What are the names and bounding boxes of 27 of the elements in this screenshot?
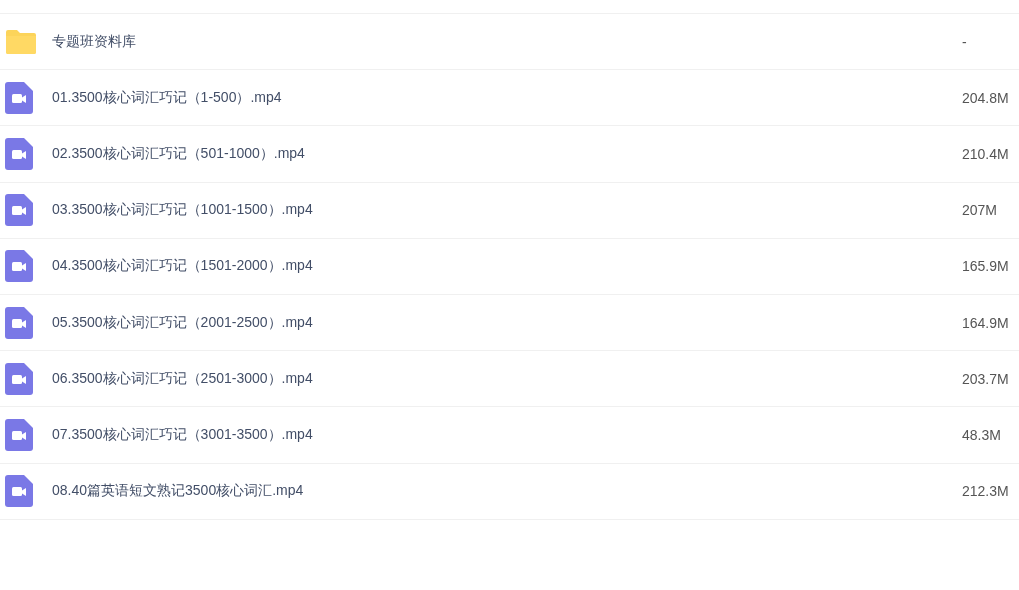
file-size: 207M bbox=[962, 202, 999, 219]
video-file-icon bbox=[5, 194, 33, 227]
file-size: 165.9M bbox=[962, 258, 1010, 275]
video-file-icon bbox=[5, 362, 33, 395]
file-size: 48.3M bbox=[962, 426, 1002, 443]
video-file-icon bbox=[5, 306, 33, 339]
file-size: 204.8M bbox=[962, 89, 1010, 106]
file-size: 164.9M bbox=[962, 314, 1010, 331]
file-name[interactable]: 08.40篇英语短文熟记3500核心词汇.mp4 bbox=[52, 482, 962, 501]
file-name[interactable]: 04.3500核心词汇巧记（1501-2000）.mp4 bbox=[52, 257, 962, 276]
video-file-icon bbox=[5, 81, 33, 114]
video-file-icon bbox=[5, 137, 33, 170]
file-name[interactable]: 06.3500核心词汇巧记（2501-3000）.mp4 bbox=[52, 369, 962, 388]
video-file-icon bbox=[5, 250, 33, 283]
video-file-icon bbox=[5, 418, 33, 451]
file-size: 203.7M bbox=[962, 370, 1010, 387]
file-name[interactable]: 03.3500核心词汇巧记（1001-1500）.mp4 bbox=[52, 201, 962, 220]
file-size: 212.3M bbox=[962, 483, 1010, 500]
file-size: 210.4M bbox=[962, 145, 1010, 162]
file-name[interactable]: 07.3500核心词汇巧记（3001-3500）.mp4 bbox=[52, 425, 962, 444]
folder-icon bbox=[5, 28, 37, 55]
file-name[interactable]: 05.3500核心词汇巧记（2001-2500）.mp4 bbox=[52, 313, 962, 332]
file-size: - bbox=[962, 33, 968, 50]
folder-name[interactable]: 专题班资料库 bbox=[52, 32, 962, 51]
file-name[interactable]: 02.3500核心词汇巧记（501-1000）.mp4 bbox=[52, 144, 962, 163]
file-name[interactable]: 01.3500核心词汇巧记（1-500）.mp4 bbox=[52, 88, 962, 107]
video-file-icon bbox=[5, 475, 33, 508]
